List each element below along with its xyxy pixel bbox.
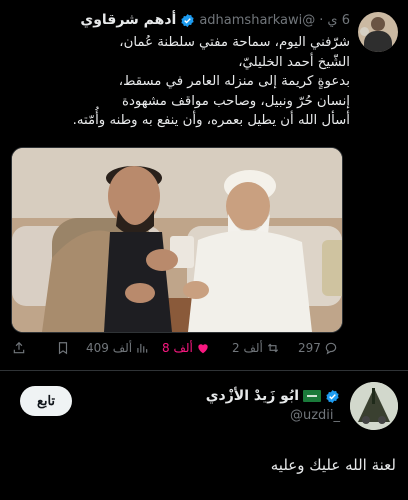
reply-button[interactable]: 297 [298, 341, 338, 355]
tweet-line: إنسان حُرّ ونبيل، وصاحب مواقف مشهودة [122, 93, 350, 109]
views-icon [137, 343, 148, 353]
tweet-actions: 409 ألف 8 ألف 2 ألف 297 [12, 341, 344, 359]
author-avatar[interactable] [358, 12, 398, 52]
bookmark-button[interactable] [56, 341, 70, 355]
heart-icon [198, 344, 208, 354]
reply-author-avatar[interactable] [350, 382, 398, 430]
tweet-line: أسأل الله أن يطيل بعمره، وأن ينفع به وطن… [72, 113, 350, 128]
follow-button[interactable]: تابع [20, 386, 72, 416]
tweet-line: بدعوةٍ كريمة إلى منزله العامر في مسقط، [118, 74, 350, 89]
repost-icon [267, 343, 278, 353]
tweet-text: شرّفني اليوم، سماحة مفتي سلطنة عُمان، ال… [14, 33, 350, 131]
tweet-photo[interactable] [11, 147, 343, 333]
tweet-line: الشّيخ أحمد الخليليّ، [238, 54, 350, 70]
author-name[interactable]: أدهم شرقاوي [80, 12, 176, 28]
reply-author-handle[interactable]: @uzdii_ [290, 408, 340, 423]
tweet-time[interactable]: 6 ي [327, 13, 350, 28]
saudi-flag-icon [303, 390, 321, 402]
verified-badge-icon [326, 389, 339, 403]
share-button[interactable] [12, 341, 26, 355]
views-button[interactable]: 409 ألف [86, 341, 149, 355]
tweet[interactable]: أدهم شرقاوي @adhamsharkawi · 6 ي شرّفني … [0, 0, 408, 360]
reply-icon [325, 342, 337, 355]
tweet-line: شرّفني اليوم، سماحة مفتي سلطنة عُمان، [119, 35, 350, 50]
share-icon [13, 341, 25, 354]
reply-text: لعنة الله عليك وعليه [270, 456, 396, 474]
like-button[interactable]: 8 ألف [162, 341, 210, 355]
views-count: 409 ألف [86, 341, 133, 355]
replies-count: 297 [298, 341, 321, 355]
likes-count: 8 ألف [162, 341, 193, 355]
reply-author-name[interactable]: ابُو زَيدْ الأزْدي [206, 388, 299, 404]
separator-dot: · [319, 12, 324, 28]
repost-button[interactable]: 2 ألف [232, 341, 280, 355]
reposts-count: 2 ألف [232, 341, 263, 355]
verified-badge-icon [181, 13, 194, 27]
reply-header: ابُو زَيدْ الأزْدي [206, 385, 340, 407]
bookmark-icon [58, 342, 68, 355]
divider [0, 370, 408, 371]
author-handle[interactable]: @adhamsharkawi [199, 13, 315, 28]
tweet-header: أدهم شرقاوي @adhamsharkawi · 6 ي [80, 10, 350, 30]
